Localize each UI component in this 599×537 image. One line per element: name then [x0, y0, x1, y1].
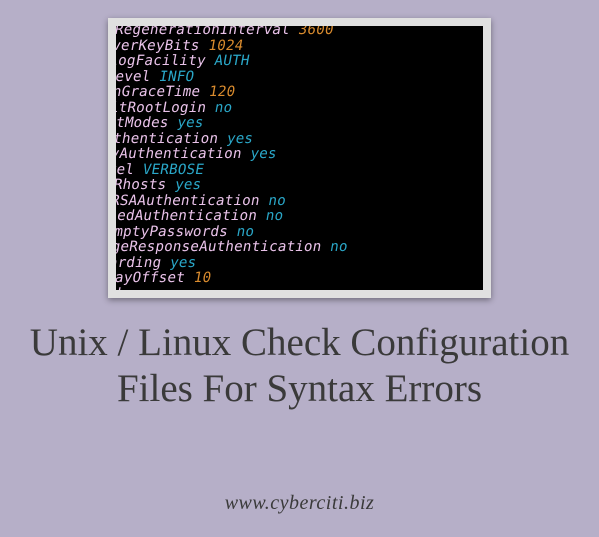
config-line: RhostsRSAAuthentication no [108, 194, 427, 210]
config-key: RhostsRSAAuthentication [108, 193, 261, 209]
config-key: LogLevel [108, 69, 152, 85]
config-key: ChallengeResponseAuthentication [108, 239, 323, 255]
config-key: PrintMotd [108, 286, 122, 299]
config-value: 3600 [297, 22, 335, 38]
config-line: RSAAuthentication yes [108, 132, 438, 148]
config-value: no [267, 193, 287, 209]
config-key: RSAAuthentication [108, 131, 220, 147]
config-line: StrictModes yes [108, 116, 441, 132]
config-line: KeyRegenerationInterval 3600 [108, 23, 457, 39]
config-line: LoginGraceTime 120 [108, 85, 446, 101]
config-value: no [264, 208, 284, 224]
config-value: 120 [208, 84, 237, 100]
config-line: HostbasedAuthentication no [108, 209, 424, 225]
config-value: yes [174, 177, 203, 193]
config-value: VERBOSE [141, 162, 205, 178]
config-value: yes [249, 146, 278, 162]
config-line: IgnoreRhosts yes [108, 178, 430, 194]
config-value: 10 [192, 270, 212, 286]
config-key: PermitEmptyPasswords [108, 224, 229, 240]
config-key: LoginGraceTime [108, 84, 202, 100]
config-value: AUTH [213, 53, 251, 69]
config-line: SyslogFacility AUTH [108, 54, 452, 70]
config-value: yes [226, 131, 255, 147]
config-key: SyslogFacility [108, 53, 207, 69]
config-value: INFO [158, 69, 196, 85]
config-value: no [128, 286, 148, 299]
config-line: X11Forwarding yes [108, 256, 416, 272]
config-key: StrictModes [108, 115, 170, 131]
terminal-output: KeyRegenerationInterval 3600ServerKeyBit… [108, 23, 457, 298]
config-value: yes [169, 255, 198, 271]
config-key: HostbasedAuthentication [108, 208, 258, 224]
terminal-frame: KeyRegenerationInterval 3600ServerKeyBit… [108, 18, 491, 298]
config-line: ChallengeResponseAuthentication no [108, 240, 419, 256]
config-key: ServerKeyBits [108, 38, 201, 54]
config-value: yes [176, 115, 205, 131]
site-url: www.cyberciti.biz [0, 492, 599, 515]
config-key: PermitRootLogin [108, 100, 208, 116]
config-line: ServerKeyBits 1024 [108, 39, 454, 55]
config-line: PrintMotd no [108, 287, 411, 299]
config-line: PermitEmptyPasswords no [108, 225, 421, 241]
config-value: no [214, 100, 234, 116]
config-key: KeyRegenerationInterval [108, 22, 291, 38]
config-line: PermitRootLogin no [108, 101, 443, 117]
config-key: PubkeyAuthentication [108, 146, 243, 162]
config-line: LogLevel VERBOSE [108, 163, 432, 179]
config-value: 1024 [207, 38, 245, 54]
config-line: LogLevel INFO [108, 70, 449, 86]
config-key: LogLevel [108, 162, 136, 178]
config-key: IgnoreRhosts [108, 177, 168, 193]
config-line: PubkeyAuthentication yes [108, 147, 435, 163]
config-key: X11Forwarding [108, 255, 163, 271]
config-line: X11DisplayOffset 10 [108, 271, 413, 287]
config-key: X11DisplayOffset [108, 270, 186, 286]
config-value: no [235, 224, 255, 240]
config-value: no [329, 239, 349, 255]
article-title: Unix / Linux Check Configuration Files F… [0, 320, 599, 412]
